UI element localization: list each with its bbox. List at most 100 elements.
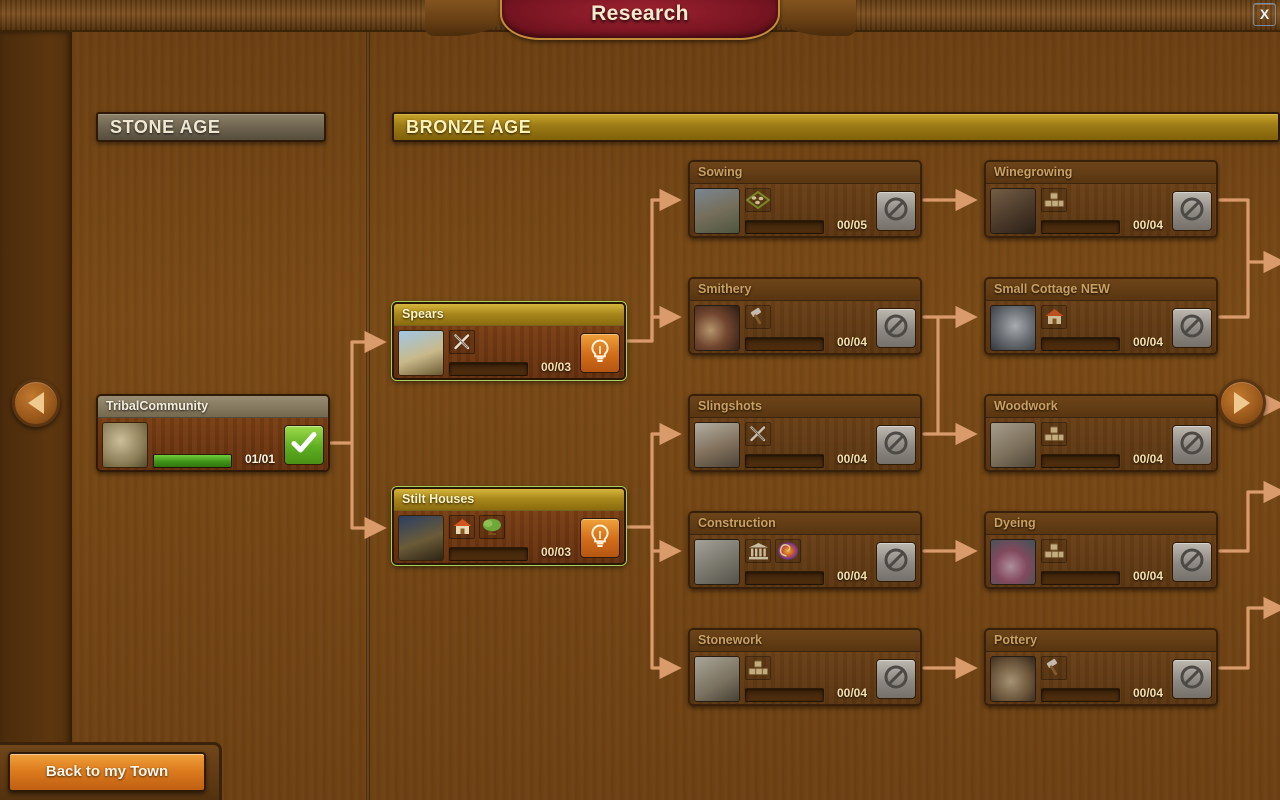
tech-card-smithery[interactable]: Smithery 00/04: [688, 277, 922, 355]
tech-card-winegrowing[interactable]: Winegrowing 00/04: [984, 160, 1218, 238]
checkmark-icon: [290, 430, 318, 461]
tech-card-title: Stilt Houses: [394, 489, 624, 511]
tech-card-title: Winegrowing: [986, 162, 1216, 184]
sling-stones-thumb: [694, 422, 740, 468]
tech-progress-bar: 00/03: [449, 360, 571, 376]
tech-progress-bar: 00/04: [1041, 218, 1163, 234]
stone-blocks-icon: [1041, 539, 1067, 563]
page-title: Research: [591, 2, 689, 25]
dye-cloth-thumb: [990, 539, 1036, 585]
tech-card-rewards: [745, 422, 870, 446]
research-button[interactable]: [580, 333, 620, 373]
tech-card-stonework[interactable]: Stonework 00/04: [688, 628, 922, 706]
stone-wall-thumb: [694, 539, 740, 585]
completed-indicator[interactable]: [284, 425, 324, 465]
tech-card-rewards: [1041, 305, 1166, 329]
tech-card-title: Dyeing: [986, 513, 1216, 535]
locked-button: [1172, 542, 1212, 582]
spiral-icon: [775, 539, 801, 563]
forge-molten-thumb: [694, 305, 740, 351]
tech-card-slingshots[interactable]: Slingshots 00/04: [688, 394, 922, 472]
tech-progress-label: 00/04: [836, 335, 867, 349]
no-entry-icon: [1179, 547, 1205, 578]
tech-card-small-cottage-new[interactable]: Small Cottage NEW 00/04: [984, 277, 1218, 355]
tech-card-construction[interactable]: Construction 00/04: [688, 511, 922, 589]
technology-cards: TribalCommunity 01/01 Spears 00/03 Stilt Hou…: [0, 0, 1280, 800]
house-icon: [449, 515, 475, 539]
tech-card-rewards: [1041, 539, 1166, 563]
locked-button: [876, 191, 916, 231]
research-window: STONE AGE BRONZE AGE TribalCommunity 01/0…: [0, 0, 1280, 800]
wood-planks-saw-thumb: [990, 422, 1036, 468]
tech-card-title: Spears: [394, 304, 624, 326]
spear-heads-thumb: [398, 330, 444, 376]
tech-card-title: TribalCommunity: [98, 396, 328, 418]
tech-card-sowing[interactable]: Sowing 00/05: [688, 160, 922, 238]
tech-card-woodwork[interactable]: Woodwork 00/04: [984, 394, 1218, 472]
tech-card-pottery[interactable]: Pottery 00/04: [984, 628, 1218, 706]
tech-card-rewards: [449, 515, 574, 539]
tech-card-dyeing[interactable]: Dyeing 00/04: [984, 511, 1218, 589]
tech-progress-label: 00/04: [1132, 218, 1163, 232]
tech-card-title: Construction: [690, 513, 920, 535]
previous-age-button[interactable]: [12, 379, 60, 427]
no-entry-icon: [883, 313, 909, 344]
tech-card-spears[interactable]: Spears 00/03: [392, 302, 626, 380]
tech-progress-fill: [154, 455, 231, 467]
tech-progress-bar: 00/04: [745, 335, 867, 351]
tech-progress-label: 00/04: [1132, 452, 1163, 466]
sowing-farmer-thumb: [694, 188, 740, 234]
tech-card-tribal-community[interactable]: TribalCommunity 01/01: [96, 394, 330, 472]
locked-button: [1172, 425, 1212, 465]
research-button[interactable]: [580, 518, 620, 558]
tree-icon: [479, 515, 505, 539]
back-to-town-button[interactable]: Back to my Town: [8, 752, 206, 792]
tech-card-stilt-houses[interactable]: Stilt Houses 00/03: [392, 487, 626, 565]
tech-progress-label: 00/04: [836, 686, 867, 700]
tech-progress-label: 00/03: [540, 545, 571, 559]
tech-progress-label: 00/04: [1132, 335, 1163, 349]
hammer-icon: [745, 305, 771, 329]
tech-progress-label: 00/04: [836, 569, 867, 583]
tech-progress-bar: 00/04: [1041, 452, 1163, 468]
cottage-sparkle-thumb: [990, 305, 1036, 351]
wine-barrel-grapes-thumb: [990, 188, 1036, 234]
tech-progress-bar: 00/05: [745, 218, 867, 234]
tech-progress-bar: 00/04: [1041, 569, 1163, 585]
tech-card-title: Sowing: [690, 162, 920, 184]
tech-progress-bar: 00/04: [1041, 335, 1163, 351]
tech-progress-label: 00/04: [1132, 686, 1163, 700]
tech-card-rewards: [1041, 188, 1166, 212]
no-entry-icon: [1179, 313, 1205, 344]
no-entry-icon: [1179, 196, 1205, 227]
stonemason-thumb: [694, 656, 740, 702]
tech-card-rewards: [449, 330, 574, 354]
tech-progress-bar: 00/04: [1041, 686, 1163, 702]
tech-progress-label: 00/04: [1132, 569, 1163, 583]
house-icon: [1041, 305, 1067, 329]
stone-blocks-icon: [1041, 188, 1067, 212]
arrow-left-icon: [28, 392, 44, 414]
stilt-house-thumb: [398, 515, 444, 561]
no-entry-icon: [1179, 430, 1205, 461]
tech-progress-bar: 01/01: [153, 452, 275, 468]
locked-button: [876, 542, 916, 582]
no-entry-icon: [1179, 664, 1205, 695]
tech-progress-bar: 00/04: [745, 569, 867, 585]
hammer-icon: [1041, 656, 1067, 680]
next-age-button[interactable]: [1218, 379, 1266, 427]
tech-card-rewards: [745, 656, 870, 680]
potter-wheel-thumb: [990, 656, 1036, 702]
tech-progress-bar: 00/04: [745, 452, 867, 468]
lightbulb-icon: [588, 523, 612, 554]
stone-blocks-icon: [745, 656, 771, 680]
tech-card-rewards: [745, 305, 870, 329]
tech-progress-label: 00/03: [540, 360, 571, 374]
locked-button: [876, 425, 916, 465]
tech-card-title: Small Cottage NEW: [986, 279, 1216, 301]
no-entry-icon: [883, 196, 909, 227]
close-button[interactable]: X: [1253, 3, 1276, 26]
tech-progress-label: 00/04: [836, 452, 867, 466]
locked-button: [1172, 308, 1212, 348]
tech-card-title: Stonework: [690, 630, 920, 652]
